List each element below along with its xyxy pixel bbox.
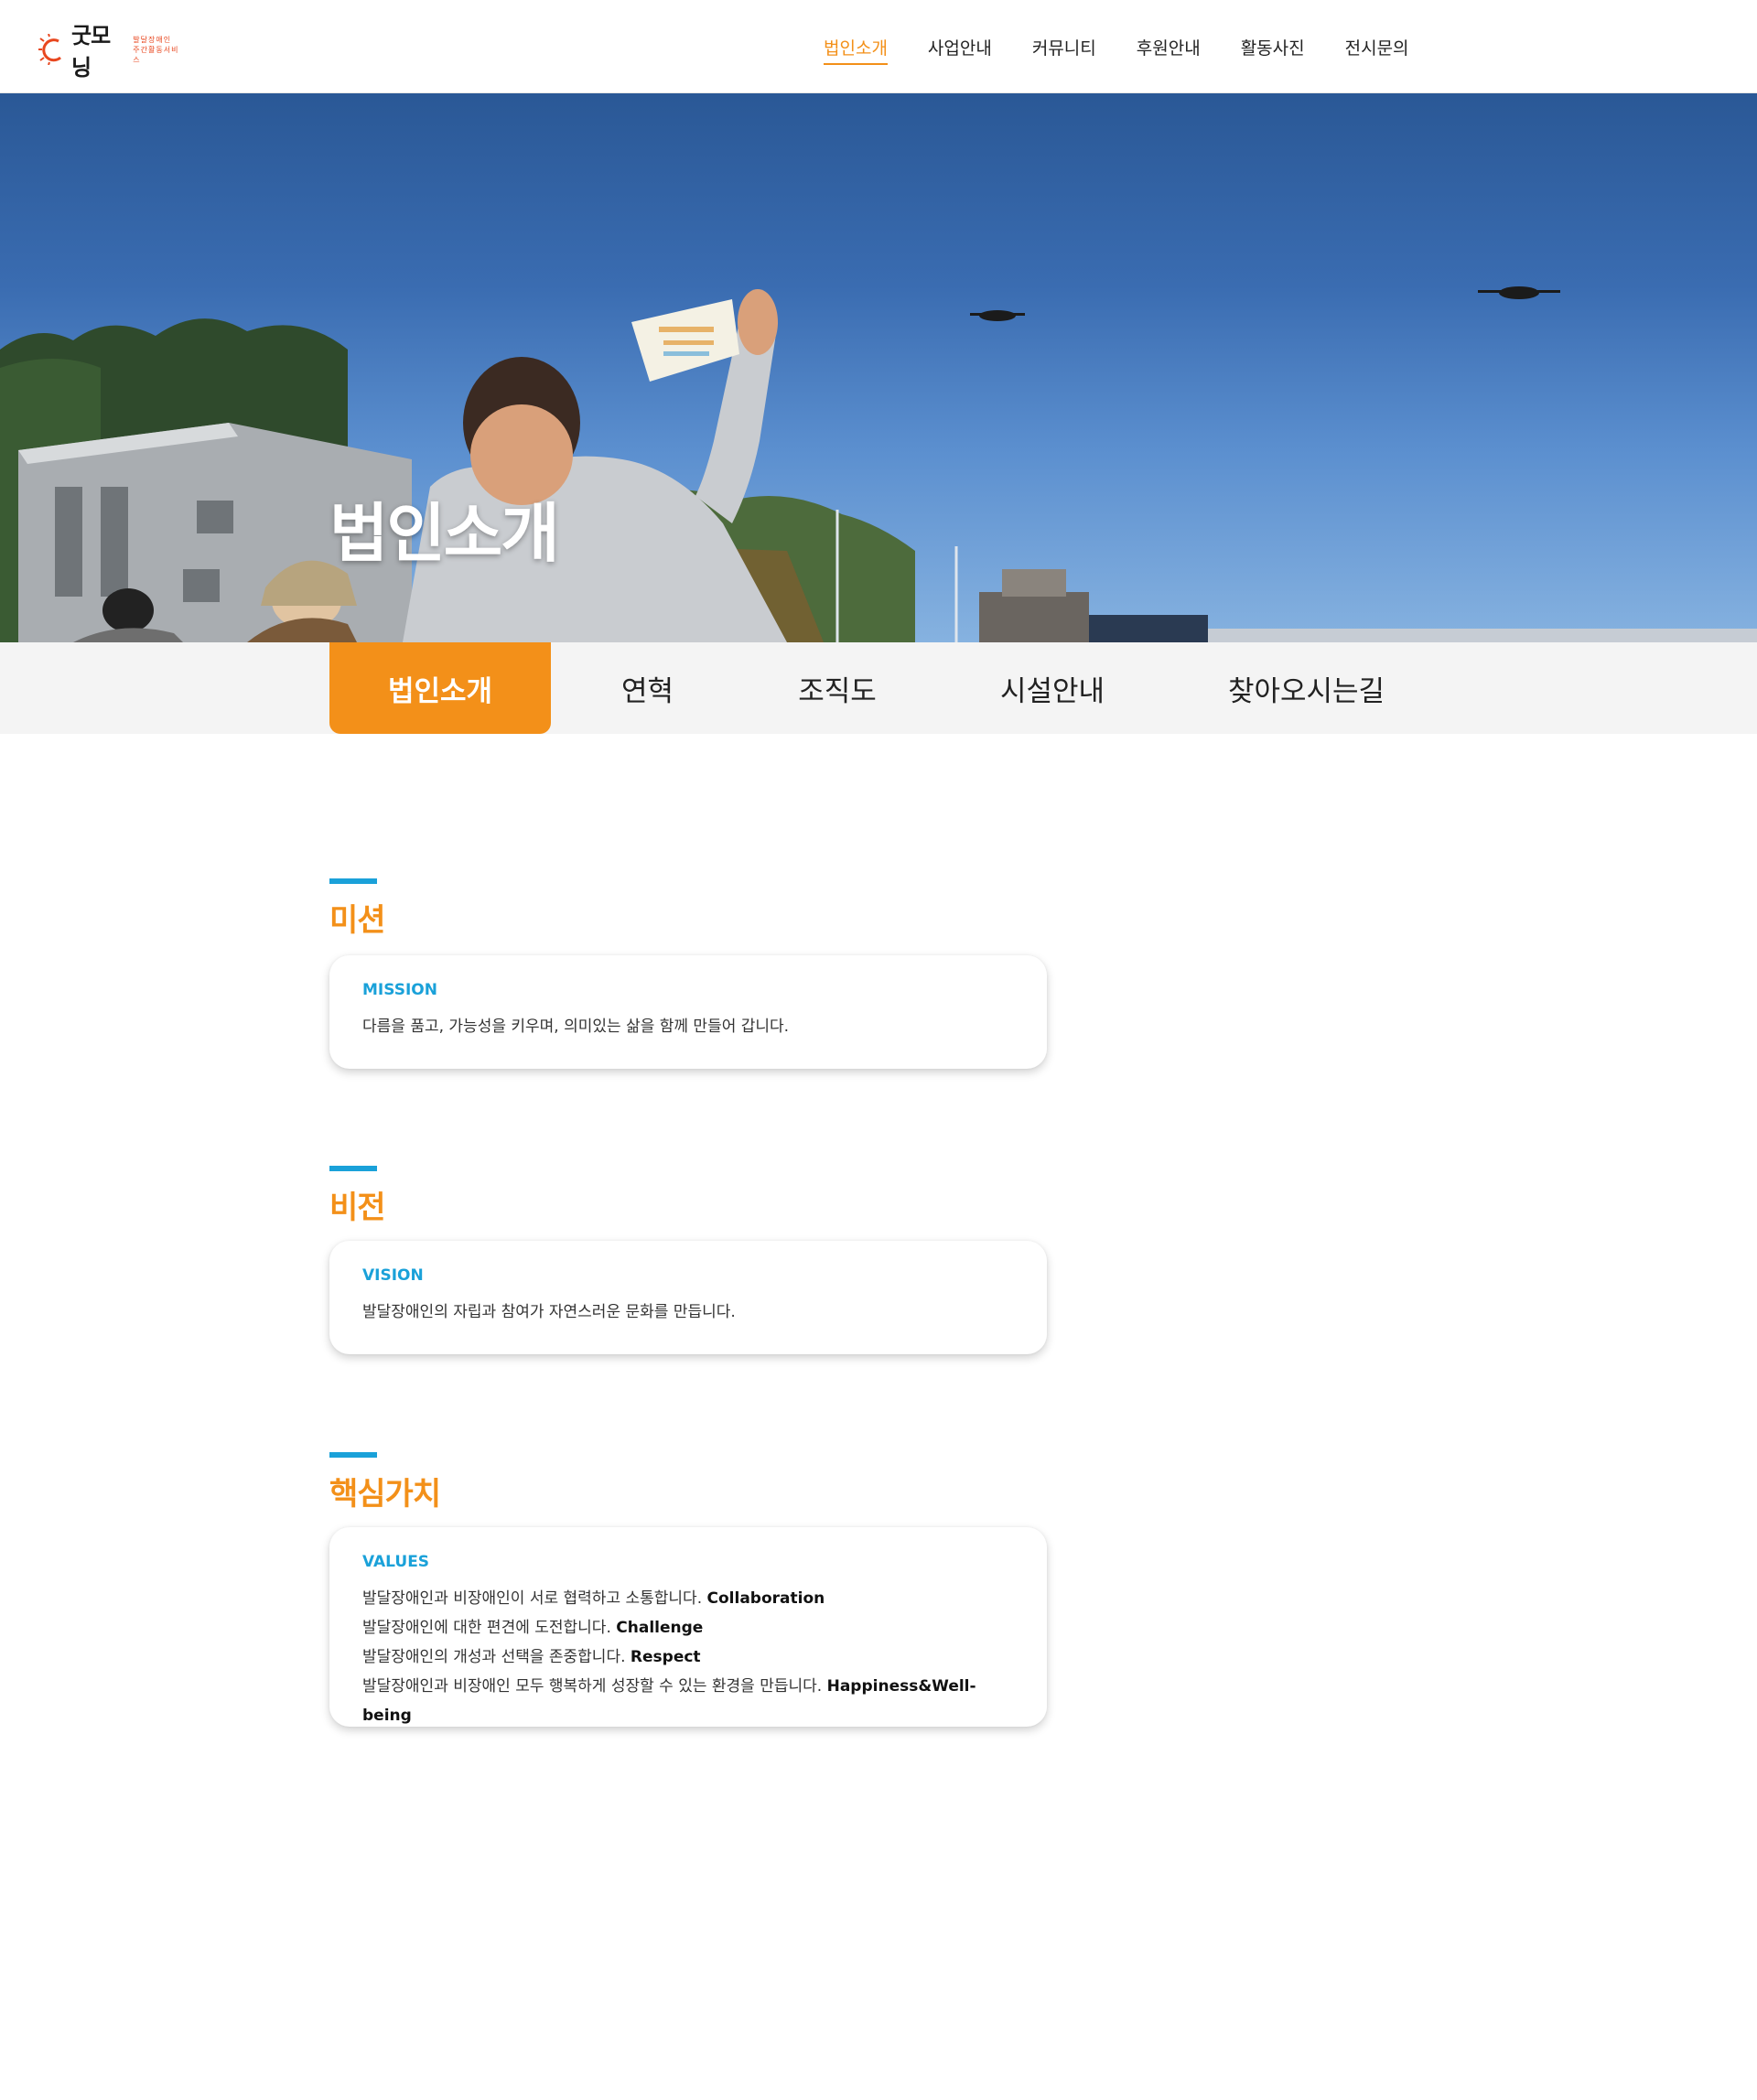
value-item: 발달장애인과 비장애인이 서로 협력하고 소통합니다. Collaboratio… <box>362 1584 1014 1613</box>
vision-label: VISION <box>362 1266 424 1285</box>
vision-title: 비전 <box>329 1190 386 1226</box>
site-logo[interactable]: 굿모닝 발달장애인 주간활동서비스 <box>38 23 185 81</box>
hero-photo <box>0 286 1757 642</box>
subtab-directions[interactable]: 찾아오시는길 <box>1208 642 1405 734</box>
sun-logo-icon <box>38 33 70 66</box>
value-item: 발달장애인에 대한 편견에 도전합니다. Challenge <box>362 1613 1014 1642</box>
nav-item-community[interactable]: 커뮤니티 <box>1032 35 1096 65</box>
logo-subtitle-line1: 발달장애인 <box>133 35 172 44</box>
logo-subtitle-line2: 주간활동서비스 <box>133 45 179 64</box>
value-item-keyword: Collaboration <box>706 1589 825 1608</box>
logo-subtitle: 발달장애인 주간활동서비스 <box>133 35 185 65</box>
main-nav: 법인소개 사업안내 커뮤니티 후원안내 활동사진 전시문의 <box>824 0 1450 93</box>
nav-item-exhibition[interactable]: 전시문의 <box>1345 35 1409 65</box>
nav-item-photos[interactable]: 활동사진 <box>1241 35 1305 65</box>
subtab-organization[interactable]: 조직도 <box>773 642 901 734</box>
values-title: 핵심가치 <box>329 1476 441 1513</box>
value-item: 발달장애인의 개성과 선택을 존중합니다. Respect <box>362 1642 1014 1672</box>
vision-text: 발달장애인의 자립과 참여가 자연스러운 문화를 만듭니다. <box>362 1303 736 1321</box>
subtab-about[interactable]: 법인소개 <box>329 642 551 734</box>
nav-item-business[interactable]: 사업안내 <box>928 35 992 65</box>
site-header: 굿모닝 발달장애인 주간활동서비스 법인소개 사업안내 커뮤니티 후원안내 활동… <box>0 0 1757 93</box>
values-section: 핵심가치 VALUES 발달장애인과 비장애인이 서로 협력하고 소통합니다. … <box>329 1452 1047 1727</box>
vision-card: VISION 발달장애인의 자립과 참여가 자연스러운 문화를 만듭니다. <box>329 1241 1047 1354</box>
vision-section: 비전 VISION 발달장애인의 자립과 참여가 자연스러운 문화를 만듭니다. <box>329 1166 1047 1354</box>
values-card: VALUES 발달장애인과 비장애인이 서로 협력하고 소통합니다. Colla… <box>329 1527 1047 1727</box>
mission-title: 미션 <box>329 902 386 939</box>
value-item-text: 발달장애인에 대한 편견에 도전합니다. <box>362 1619 617 1637</box>
sub-nav: 법인소개 연혁 조직도 시설안내 찾아오시는길 <box>0 642 1757 734</box>
subtab-history[interactable]: 연혁 <box>586 642 709 734</box>
logo-name: 굿모닝 <box>71 23 111 81</box>
value-item-text: 발달장애인과 비장애인이 서로 협력하고 소통합니다. <box>362 1589 707 1608</box>
section-accent-bar <box>329 1452 377 1458</box>
section-accent-bar <box>329 878 377 884</box>
value-item-text: 발달장애인과 비장애인 모두 행복하게 성장할 수 있는 환경을 만듭니다. <box>362 1677 827 1696</box>
value-item-text: 발달장애인의 개성과 선택을 존중합니다. <box>362 1648 631 1666</box>
hero-title: 법인소개 <box>329 496 560 571</box>
subtab-facilities[interactable]: 시설안내 <box>979 642 1126 734</box>
mission-section: 미션 MISSION 다름을 품고, 가능성을 키우며, 의미있는 삶을 함께 … <box>329 878 1047 1069</box>
nav-item-donation[interactable]: 후원안내 <box>1137 35 1201 65</box>
mission-card: MISSION 다름을 품고, 가능성을 키우며, 의미있는 삶을 함께 만들어… <box>329 955 1047 1069</box>
mission-label: MISSION <box>362 981 437 999</box>
section-accent-bar <box>329 1166 377 1171</box>
value-item: 발달장애인과 비장애인 모두 행복하게 성장할 수 있는 환경을 만듭니다. H… <box>362 1672 1014 1730</box>
nav-item-about[interactable]: 법인소개 <box>824 35 888 65</box>
value-item-keyword: Respect <box>630 1648 701 1666</box>
value-item-keyword: Challenge <box>616 1619 704 1637</box>
hero-banner: 법인소개 <box>0 93 1757 642</box>
values-label: VALUES <box>362 1553 430 1571</box>
mission-text: 다름을 품고, 가능성을 키우며, 의미있는 삶을 함께 만들어 갑니다. <box>362 1018 790 1036</box>
